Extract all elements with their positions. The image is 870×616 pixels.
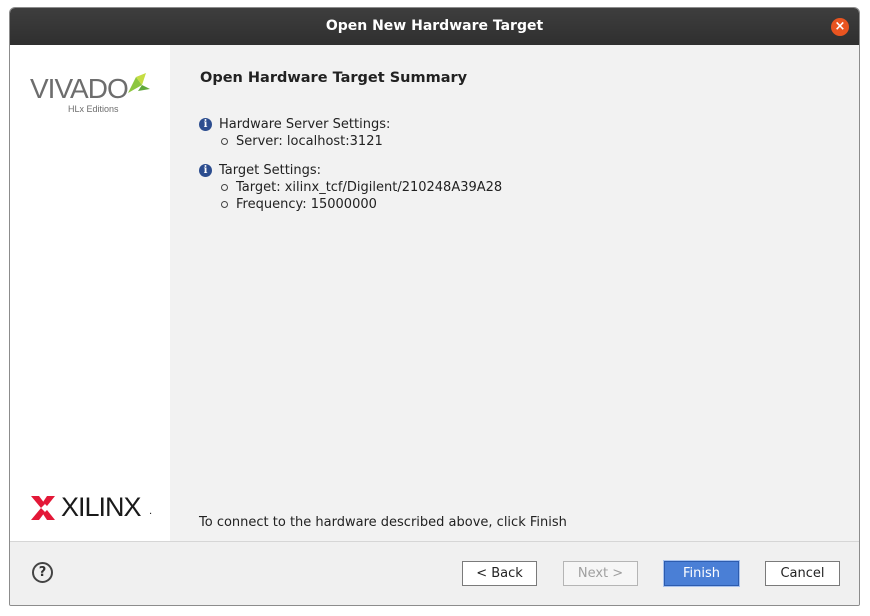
frequency-value: Frequency: 15000000 bbox=[236, 197, 377, 212]
button-bar: ? < Back Next > Finish Cancel bbox=[10, 542, 859, 605]
target-value: Target: xilinx_tcf/Digilent/210248A39A28 bbox=[236, 180, 503, 195]
list-item: Server: localhost:3121 bbox=[199, 133, 390, 150]
list-item: Frequency: 15000000 bbox=[199, 196, 502, 213]
branding-pane: VIVADO HLx Editions XILINX . bbox=[10, 45, 170, 541]
xilinx-logo: XILINX . bbox=[31, 492, 161, 524]
target-settings-section: i Target Settings: Target: xilinx_tcf/Di… bbox=[199, 162, 502, 213]
finish-button[interactable]: Finish bbox=[664, 561, 739, 586]
page-title: Open Hardware Target Summary bbox=[200, 70, 468, 86]
cancel-button[interactable]: Cancel bbox=[765, 561, 840, 586]
section-heading: Hardware Server Settings: bbox=[219, 117, 391, 132]
server-value: Server: localhost:3121 bbox=[236, 134, 383, 149]
bullet-icon bbox=[221, 201, 228, 208]
vivado-logo-text: VIVADO bbox=[30, 73, 129, 104]
vivado-logo: VIVADO HLx Editions bbox=[30, 73, 155, 123]
title-bar[interactable]: Open New Hardware Target × bbox=[10, 8, 859, 45]
hardware-server-section: i Hardware Server Settings: Server: loca… bbox=[199, 116, 390, 150]
section-heading-row: i Hardware Server Settings: bbox=[199, 116, 390, 133]
info-icon: i bbox=[199, 164, 212, 177]
list-item: Target: xilinx_tcf/Digilent/210248A39A28 bbox=[199, 179, 502, 196]
dialog-title: Open New Hardware Target bbox=[325, 18, 544, 34]
xilinx-logo-mark: . bbox=[149, 506, 153, 517]
summary-panel: Open Hardware Target Summary i Hardware … bbox=[170, 45, 859, 541]
next-button[interactable]: Next > bbox=[563, 561, 638, 586]
help-icon[interactable]: ? bbox=[32, 562, 53, 583]
close-icon[interactable]: × bbox=[831, 18, 849, 36]
section-heading: Target Settings: bbox=[219, 163, 322, 178]
vivado-leaf-icon bbox=[128, 73, 150, 93]
vivado-edition-label: HLx Editions bbox=[68, 104, 119, 114]
back-button[interactable]: < Back bbox=[462, 561, 537, 586]
xilinx-logo-text: XILINX bbox=[61, 492, 142, 522]
section-heading-row: i Target Settings: bbox=[199, 162, 502, 179]
dialog-window: Open New Hardware Target × VIVADO HLx Ed… bbox=[9, 7, 860, 606]
bullet-icon bbox=[221, 184, 228, 191]
bullet-icon bbox=[221, 138, 228, 145]
info-icon: i bbox=[199, 118, 212, 131]
xilinx-mark-icon bbox=[31, 496, 55, 520]
instruction-text: To connect to the hardware described abo… bbox=[199, 515, 567, 530]
